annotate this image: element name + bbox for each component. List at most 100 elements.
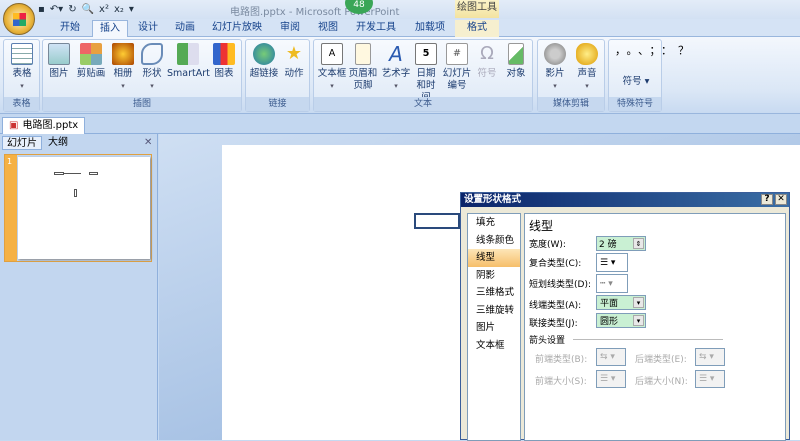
group-label-table: 表格	[4, 97, 39, 111]
end-type-dropdown[interactable]: ⇆ ▾	[695, 348, 725, 366]
customize-qat-icon[interactable]: ▾	[129, 4, 134, 15]
chart-label: 图表	[214, 68, 234, 79]
nav-fill[interactable]: 填充	[468, 214, 520, 232]
slide-number: 1	[7, 157, 13, 166]
object-button[interactable]: 对象	[503, 43, 529, 80]
dialog-title: 设置形状格式	[464, 194, 522, 205]
chart-icon	[213, 43, 235, 65]
special-symbol-button[interactable]: 符号 ▾	[615, 76, 657, 88]
undo-icon[interactable]: ↶▾	[50, 4, 63, 15]
tab-slides[interactable]: 幻灯片	[2, 136, 42, 150]
begin-type-label: 前端类型(B):	[535, 355, 588, 365]
nav-line-style[interactable]: 线型	[468, 249, 520, 267]
save-icon[interactable]: ▪	[38, 4, 45, 15]
table-label: 表格	[12, 68, 32, 79]
smartart-label: SmartArt	[167, 68, 210, 79]
table-button[interactable]: 表格 ▾	[8, 43, 36, 92]
header-footer-icon	[355, 43, 371, 65]
slide-number-icon: #	[446, 43, 468, 65]
print-preview-icon[interactable]: 🔍	[82, 4, 94, 15]
nav-textbox[interactable]: 文本框	[468, 337, 520, 355]
join-type-dropdown[interactable]: 圆形 ▾	[596, 313, 646, 328]
album-button[interactable]: 相册 ▾	[110, 43, 136, 92]
table-icon	[11, 43, 33, 65]
nav-3d-format[interactable]: 三维格式	[468, 284, 520, 302]
album-label: 相册	[113, 68, 133, 79]
tab-design[interactable]: 设计	[133, 20, 163, 37]
close-button[interactable]: ✕	[775, 194, 787, 205]
slides-panel: 幻灯片 大纲 ✕ 1	[0, 134, 158, 440]
speaker-icon	[576, 43, 598, 65]
section-divider	[573, 339, 723, 340]
pptx-file-icon: ▣	[9, 120, 19, 131]
special-chars-grid[interactable]: ，。、；：？	[615, 44, 689, 58]
tab-insert[interactable]: 插入	[92, 20, 128, 37]
wordart-button[interactable]: A 艺术字 ▾	[380, 43, 412, 92]
tab-slideshow[interactable]: 幻灯片放映	[208, 20, 266, 37]
superscript-icon[interactable]: x²	[99, 4, 109, 15]
dash-type-dropdown[interactable]: ┅ ▾	[596, 274, 628, 293]
width-label: 宽度(W):	[529, 240, 566, 250]
group-label-special-symbols: 特殊符号	[609, 97, 661, 111]
cap-type-dropdown[interactable]: 平面 ▾	[596, 295, 646, 310]
group-label-media: 媒体剪辑	[538, 97, 604, 111]
compound-type-dropdown[interactable]: ☰ ▾	[596, 253, 628, 272]
tab-format[interactable]: 格式	[455, 20, 499, 37]
tab-view[interactable]: 视图	[313, 20, 343, 37]
tab-home[interactable]: 开始	[55, 20, 85, 37]
width-spinner[interactable]: 2 磅 ⇕	[596, 236, 646, 251]
album-icon	[112, 43, 134, 65]
slide-number-button[interactable]: # 幻灯片编号	[442, 43, 472, 92]
header-footer-label: 页眉和页脚	[348, 68, 378, 91]
end-size-dropdown[interactable]: ☰ ▾	[695, 370, 725, 388]
slide-thumbnail-content	[18, 157, 150, 259]
symbol-button[interactable]: Ω 符号	[474, 43, 500, 80]
begin-type-dropdown[interactable]: ⇆ ▾	[596, 348, 626, 366]
subscript-icon[interactable]: x₂	[114, 4, 124, 15]
office-button[interactable]	[3, 3, 35, 35]
chart-button[interactable]: 图表	[211, 43, 237, 80]
hyperlink-label: 超链接	[249, 68, 279, 79]
nav-3d-rotation[interactable]: 三维旋转	[468, 302, 520, 320]
slide-number-label: 幻灯片编号	[442, 68, 472, 91]
begin-size-dropdown[interactable]: ☰ ▾	[596, 370, 626, 388]
hyperlink-button[interactable]: 超链接	[248, 43, 280, 80]
wordart-label: 艺术字	[381, 68, 411, 79]
clipart-button[interactable]: 剪贴画	[75, 43, 107, 80]
tab-addins[interactable]: 加载项	[410, 20, 450, 37]
nav-line-color[interactable]: 线条颜色	[468, 232, 520, 250]
tab-animation[interactable]: 动画	[170, 20, 200, 37]
tab-outline[interactable]: 大纲	[44, 136, 72, 150]
nav-shadow[interactable]: 阴影	[468, 267, 520, 285]
omega-icon: Ω	[480, 43, 494, 64]
spin-icon[interactable]: ⇕	[633, 238, 644, 249]
close-panel-icon[interactable]: ✕	[140, 136, 156, 150]
group-special-symbols: ，。、；：？ 符号 ▾ 特殊符号	[608, 39, 689, 112]
redo-icon[interactable]: ↻	[68, 4, 76, 15]
chevron-down-icon: ▾	[633, 315, 644, 326]
tab-developer[interactable]: 开发工具	[352, 20, 400, 37]
width-value: 2 磅	[599, 240, 617, 250]
slide-thumbnail[interactable]: 1	[4, 154, 152, 262]
nav-picture[interactable]: 图片	[468, 319, 520, 337]
tab-review[interactable]: 审阅	[275, 20, 305, 37]
calendar-icon: 5	[415, 43, 437, 65]
movie-button[interactable]: 影片 ▾	[541, 43, 569, 92]
textbox-button[interactable]: A 文本框 ▾	[317, 43, 347, 92]
line-style-pane: 线型 宽度(W): 2 磅 ⇕ 复合类型(C): ☰ ▾ 短划线类型(D): ┅ …	[524, 213, 786, 441]
action-button[interactable]: ★ 动作	[281, 43, 307, 80]
datetime-button[interactable]: 5日期和时间	[412, 43, 440, 104]
header-footer-button[interactable]: 页眉和页脚	[348, 43, 378, 92]
picture-label: 图片	[49, 68, 69, 79]
help-button[interactable]: ?	[761, 194, 773, 205]
office-logo-icon	[13, 13, 26, 26]
thumb-shape	[54, 172, 64, 175]
dash-type-label: 短划线类型(D):	[529, 280, 591, 290]
smartart-button[interactable]: SmartArt	[167, 43, 210, 80]
document-tab[interactable]: ▣ 电路图.pptx	[2, 117, 86, 134]
selected-shape[interactable]	[414, 213, 460, 229]
shapes-button[interactable]: 形状 ▾	[139, 43, 165, 92]
picture-button[interactable]: 图片	[46, 43, 72, 80]
compound-type-label: 复合类型(C):	[529, 259, 582, 269]
sound-button[interactable]: 声音 ▾	[573, 43, 601, 92]
